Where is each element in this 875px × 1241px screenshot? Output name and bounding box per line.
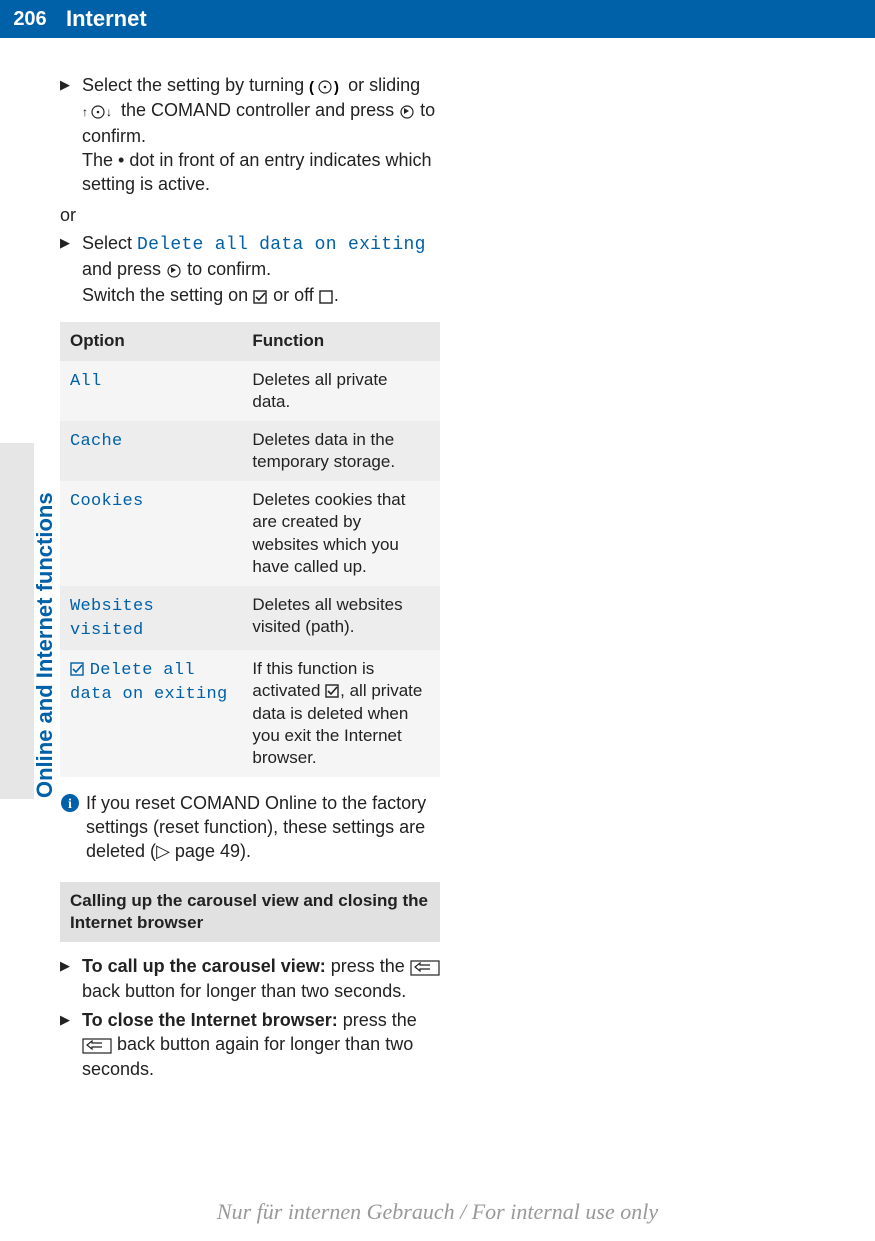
info-icon: i <box>60 791 86 864</box>
or-separator: or <box>60 203 440 227</box>
rotary-slide-icon: ↑↓ <box>82 99 116 123</box>
table-row: All Deletes all private data. <box>60 361 440 421</box>
back-button-icon <box>410 955 440 979</box>
page-header: 206 Internet <box>0 0 875 38</box>
options-table: Option Function All Deletes all private … <box>60 322 440 777</box>
step-text: Switch the setting on <box>82 285 253 305</box>
option-name: Cookies <box>70 492 144 511</box>
svg-text:i: i <box>68 797 72 812</box>
sub-heading: Calling up the carousel view and closing… <box>60 882 440 942</box>
step-bold: To call up the carousel view: <box>82 956 326 976</box>
svg-text:↑: ↑ <box>82 105 88 119</box>
chapter-title: Internet <box>60 6 147 32</box>
checkbox-checked-icon <box>70 658 85 680</box>
svg-text:↓: ↓ <box>106 105 112 119</box>
step-text: . <box>334 285 339 305</box>
rotary-turn-icon: () <box>309 74 343 98</box>
step-text: Select the setting by turning <box>82 75 309 95</box>
info-text: page 49). <box>170 841 251 861</box>
option-desc: Deletes cookies that are created by webs… <box>242 481 440 585</box>
back-button-icon <box>82 1033 112 1057</box>
checkbox-checked-icon <box>253 284 268 308</box>
option-desc: If this function is activated , all priv… <box>242 650 440 777</box>
side-tab <box>0 443 34 799</box>
step-text: or off <box>268 285 319 305</box>
table-row: Cache Deletes data in the temporary stor… <box>60 421 440 481</box>
instruction-step: ▶ To close the Internet browser: press t… <box>60 1008 440 1082</box>
option-name: Delete all data on exiting <box>70 661 228 704</box>
info-text: If you reset COMAND Online to the factor… <box>86 793 426 862</box>
checkbox-checked-icon <box>325 680 340 702</box>
step-result: The • dot in front of an entry indicates… <box>82 148 440 197</box>
option-name: Websites visited <box>70 597 154 640</box>
instruction-step: ▶ To call up the carousel view: press th… <box>60 954 440 1004</box>
step-text: or sliding <box>343 75 420 95</box>
instruction-step: ▶ Select the setting by turning () or sl… <box>60 73 440 197</box>
ui-option-text: Delete all data on exiting <box>137 235 426 255</box>
info-note: i If you reset COMAND Online to the fact… <box>60 791 440 864</box>
step-text: press the <box>326 956 410 976</box>
option-desc: Deletes all private data. <box>242 361 440 421</box>
instruction-step: ▶ Select Delete all data on exiting and … <box>60 231 440 308</box>
press-confirm-icon <box>166 258 182 282</box>
step-text: the COMAND controller and press <box>116 100 399 120</box>
step-text: back button again for longer than two se… <box>82 1034 413 1079</box>
step-text: press the <box>338 1010 417 1030</box>
step-text: back button for longer than two seconds. <box>82 981 406 1001</box>
checkbox-empty-icon <box>319 284 334 308</box>
step-text: and press <box>82 259 166 279</box>
side-section-label: Online and Internet functions <box>32 492 58 798</box>
step-text: Select <box>82 233 137 253</box>
svg-text:(: ( <box>309 79 314 95</box>
watermark-text: Nur für internen Gebrauch / For internal… <box>0 1199 875 1225</box>
step-marker-icon: ▶ <box>60 1008 82 1082</box>
step-marker-icon: ▶ <box>60 73 82 197</box>
option-name: Cache <box>70 432 123 451</box>
table-header-function: Function <box>242 322 440 361</box>
option-desc: Deletes data in the temporary storage. <box>242 421 440 481</box>
main-content: ▶ Select the setting by turning () or sl… <box>50 73 450 1086</box>
page-number: 206 <box>0 8 60 31</box>
option-desc: Deletes all websites visited (path). <box>242 586 440 650</box>
step-marker-icon: ▶ <box>60 954 82 1004</box>
svg-text:): ) <box>334 79 339 95</box>
step-text: to confirm. <box>182 259 271 279</box>
table-row: Delete all data on exiting If this funct… <box>60 650 440 777</box>
table-row: Websites visited Deletes all websites vi… <box>60 586 440 650</box>
step-bold: To close the Internet browser: <box>82 1010 338 1030</box>
option-name: All <box>70 372 102 391</box>
table-row: Cookies Deletes cookies that are created… <box>60 481 440 585</box>
step-marker-icon: ▶ <box>60 231 82 308</box>
table-header-option: Option <box>60 322 242 361</box>
page-ref-icon: ▷ <box>156 841 170 861</box>
press-confirm-icon <box>399 99 415 123</box>
